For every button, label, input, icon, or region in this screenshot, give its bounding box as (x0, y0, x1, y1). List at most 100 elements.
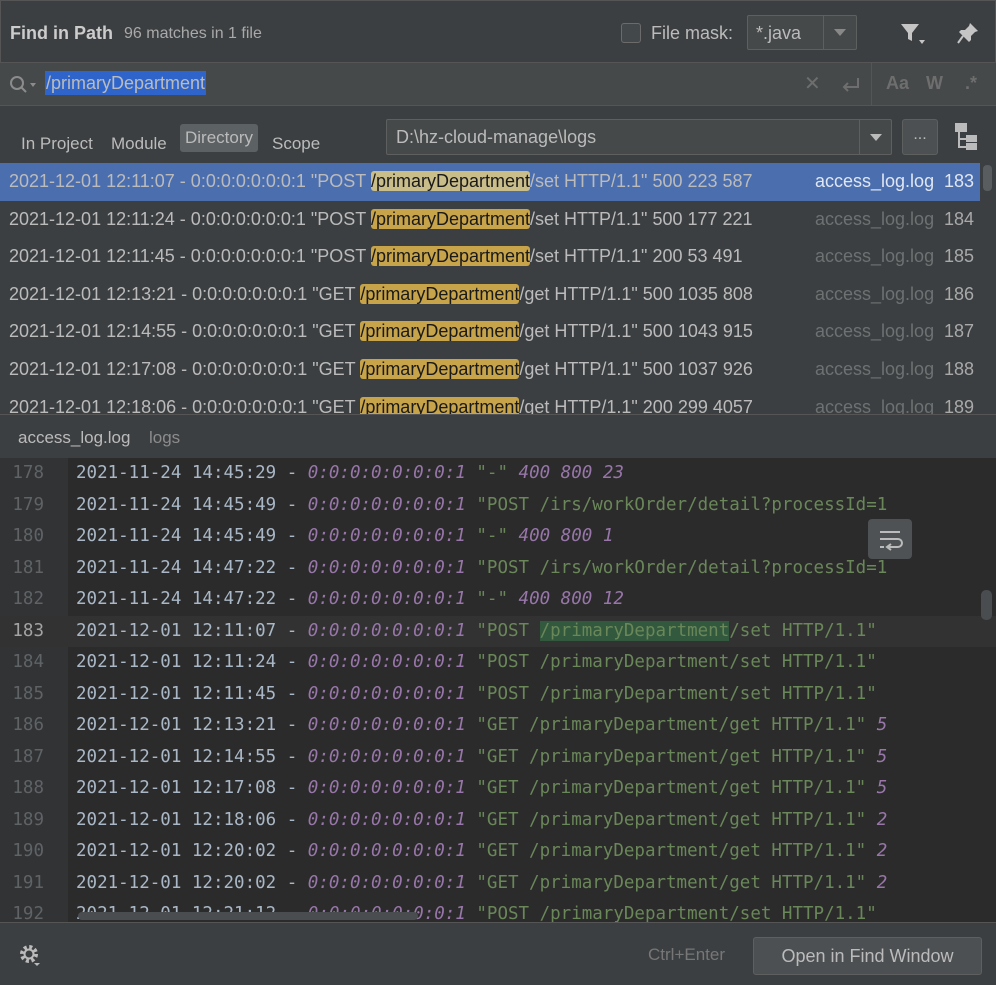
log-timestamp: 2021-12-01 12:20:02 - (76, 872, 308, 893)
shortcut-hint: Ctrl+Enter (648, 945, 725, 964)
soft-wrap-button[interactable] (868, 519, 912, 559)
tab-scope[interactable]: Scope (272, 134, 320, 154)
match-case-icon[interactable]: Aa (886, 73, 909, 94)
whole-words-icon[interactable]: W (926, 73, 943, 94)
log-status: 5 (876, 746, 888, 767)
log-timestamp: 2021-12-01 12:17:08 - (76, 778, 308, 798)
log-timestamp: 2021-11-24 14:47:22 - (76, 589, 308, 609)
search-icon[interactable] (8, 74, 38, 96)
result-row[interactable]: 2021-12-01 12:13:21 - 0:0:0:0:0:0:0:1 "G… (0, 276, 980, 314)
log-status: 2 (876, 872, 888, 893)
results-list: 2021-12-01 12:11:07 - 0:0:0:0:0:0:0:1 "P… (0, 163, 980, 414)
file-mask-label: File mask: (651, 23, 734, 43)
tab-directory[interactable]: Directory (180, 124, 259, 152)
code-text: 2021-12-01 12:17:08 - 0:0:0:0:0:0:0:1 "G… (76, 773, 887, 804)
result-match: /primaryDepartment (360, 359, 520, 379)
editor-vertical-scrollbar[interactable] (981, 590, 992, 620)
log-request: "POST /primaryDepartment/set HTTP/1.1" (465, 683, 877, 704)
line-number: 183 (12, 620, 44, 641)
module-structure-icon[interactable] (952, 121, 980, 151)
log-ip: 0:0:0:0:0:0:0:1 (307, 557, 466, 578)
result-file: access_log.log (815, 396, 935, 414)
code-line: 182 2021-11-24 14:47:22 - 0:0:0:0:0:0:0:1… (0, 584, 996, 616)
code-line: 184 2021-12-01 12:11:24 - 0:0:0:0:0:0:0:1… (0, 647, 996, 679)
directory-combo[interactable]: D:\hz-cloud-manage\logs (386, 119, 892, 155)
code-text: 2021-12-01 12:18:06 - 0:0:0:0:0:0:0:1 "G… (76, 805, 887, 836)
tab-module[interactable]: Module (111, 134, 167, 154)
result-row[interactable]: 2021-12-01 12:14:55 - 0:0:0:0:0:0:0:1 "G… (0, 313, 980, 351)
log-request: "-" (465, 526, 519, 546)
result-line-number: 185 (943, 246, 974, 267)
line-number: 189 (12, 809, 44, 830)
results-scrollbar[interactable] (980, 163, 996, 414)
file-mask-checkbox[interactable] (621, 23, 641, 43)
result-prefix: 2021-12-01 12:11:07 - 0:0:0:0:0:0:0:1 "P… (9, 171, 371, 191)
code-text: 2021-12-01 12:20:02 - 0:0:0:0:0:0:0:1 "G… (76, 836, 887, 867)
gear-icon[interactable] (18, 943, 42, 967)
log-status: 400 800 23 (518, 463, 624, 483)
result-match: /primaryDepartment (370, 171, 531, 191)
result-text: 2021-12-01 12:18:06 - 0:0:0:0:0:0:0:1 "G… (9, 389, 753, 414)
log-ip: 0:0:0:0:0:0:0:1 (307, 463, 466, 483)
result-row[interactable]: 2021-12-01 12:17:08 - 0:0:0:0:0:0:0:1 "G… (0, 351, 980, 389)
log-ip: 0:0:0:0:0:0:0:1 (307, 526, 466, 546)
result-row[interactable]: 2021-12-01 12:11:07 - 0:0:0:0:0:0:0:1 "P… (0, 163, 980, 201)
line-number: 182 (12, 589, 44, 609)
editor-horizontal-scrollbar[interactable] (78, 912, 418, 920)
result-line-number: 187 (943, 321, 974, 342)
code-text: 2021-11-24 14:45:49 - 0:0:0:0:0:0:0:1 "P… (76, 490, 887, 521)
browse-button[interactable]: ... (902, 119, 938, 155)
log-request: "-" (465, 589, 519, 609)
result-text: 2021-12-01 12:14:55 - 0:0:0:0:0:0:0:1 "G… (9, 313, 753, 350)
log-status: 2 (876, 809, 888, 830)
log-ip: 0:0:0:0:0:0:0:1 (307, 620, 466, 641)
log-timestamp: 2021-12-01 12:20:02 - (76, 841, 308, 861)
match-count: 96 matches in 1 file (124, 25, 262, 42)
log-timestamp: 2021-12-01 12:18:06 - (76, 809, 308, 830)
log-request: "GET /primaryDepartment/get HTTP/1.1" (465, 746, 877, 767)
result-file: access_log.log (815, 208, 935, 229)
code-text: 2021-12-01 12:13:21 - 0:0:0:0:0:0:0:1 "G… (76, 710, 887, 741)
code-text: 2021-12-01 12:11:45 - 0:0:0:0:0:0:0:1 "P… (76, 679, 877, 710)
result-text: 2021-12-01 12:11:07 - 0:0:0:0:0:0:0:1 "P… (9, 163, 753, 200)
log-timestamp: 2021-12-01 12:13:21 - (76, 715, 308, 735)
result-match: /primaryDepartment (370, 246, 531, 267)
file-mask-combo[interactable]: *.java (747, 15, 857, 50)
search-bar: /primaryDepartment ✕ Aa W .* (0, 62, 996, 106)
result-suffix: /get HTTP/1.1" 500 1035 808 (519, 283, 753, 304)
code-line: 179 2021-11-24 14:45:49 - 0:0:0:0:0:0:0:1… (0, 490, 996, 522)
pin-icon[interactable] (956, 21, 980, 45)
result-match: /primaryDepartment (360, 321, 520, 342)
log-status: 400 800 1 (518, 526, 614, 546)
result-suffix: /set HTTP/1.1" 500 223 587 (530, 171, 753, 191)
clear-icon[interactable]: ✕ (804, 71, 821, 96)
chevron-down-icon[interactable] (859, 120, 891, 154)
log-request: "POST /irs/workOrder/detail?processId=1 (465, 494, 888, 515)
filter-icon[interactable] (899, 21, 927, 45)
line-number: 184 (12, 652, 44, 672)
result-line-number: 183 (943, 171, 974, 191)
result-line-number: 186 (943, 283, 974, 304)
chevron-down-icon[interactable] (823, 16, 856, 49)
result-row[interactable]: 2021-12-01 12:18:06 - 0:0:0:0:0:0:0:1 "G… (0, 389, 980, 414)
log-request: "POST /primaryDepartment/set HTTP/1.1" (465, 652, 877, 672)
open-in-find-window-button[interactable]: Open in Find Window (753, 937, 982, 975)
log-timestamp: 2021-11-24 14:45:29 - (76, 463, 308, 483)
tab-in-project[interactable]: In Project (21, 134, 93, 154)
search-input[interactable]: /primaryDepartment (45, 71, 207, 95)
log-ip: 0:0:0:0:0:0:0:1 (307, 589, 466, 609)
log-request: "GET /primaryDepartment/get HTTP/1.1" (465, 809, 877, 830)
code-line: 181 2021-11-24 14:47:22 - 0:0:0:0:0:0:0:1… (0, 553, 996, 585)
regex-icon[interactable]: .* (965, 73, 977, 94)
result-file: access_log.log (815, 359, 935, 379)
log-ip: 0:0:0:0:0:0:0:1 (307, 778, 466, 798)
code-preview[interactable]: 178 2021-11-24 14:45:29 - 0:0:0:0:0:0:0:1… (0, 458, 996, 922)
code-line: 187 2021-12-01 12:14:55 - 0:0:0:0:0:0:0:1… (0, 742, 996, 774)
log-timestamp: 2021-11-24 14:47:22 - (76, 557, 308, 578)
result-text: 2021-12-01 12:11:24 - 0:0:0:0:0:0:0:1 "P… (9, 201, 753, 238)
result-line-number: 189 (943, 396, 974, 414)
newline-icon[interactable] (840, 75, 862, 95)
result-row[interactable]: 2021-12-01 12:11:24 - 0:0:0:0:0:0:0:1 "P… (0, 201, 980, 239)
code-line: 185 2021-12-01 12:11:45 - 0:0:0:0:0:0:0:1… (0, 679, 996, 711)
result-row[interactable]: 2021-12-01 12:11:45 - 0:0:0:0:0:0:0:1 "P… (0, 238, 980, 276)
